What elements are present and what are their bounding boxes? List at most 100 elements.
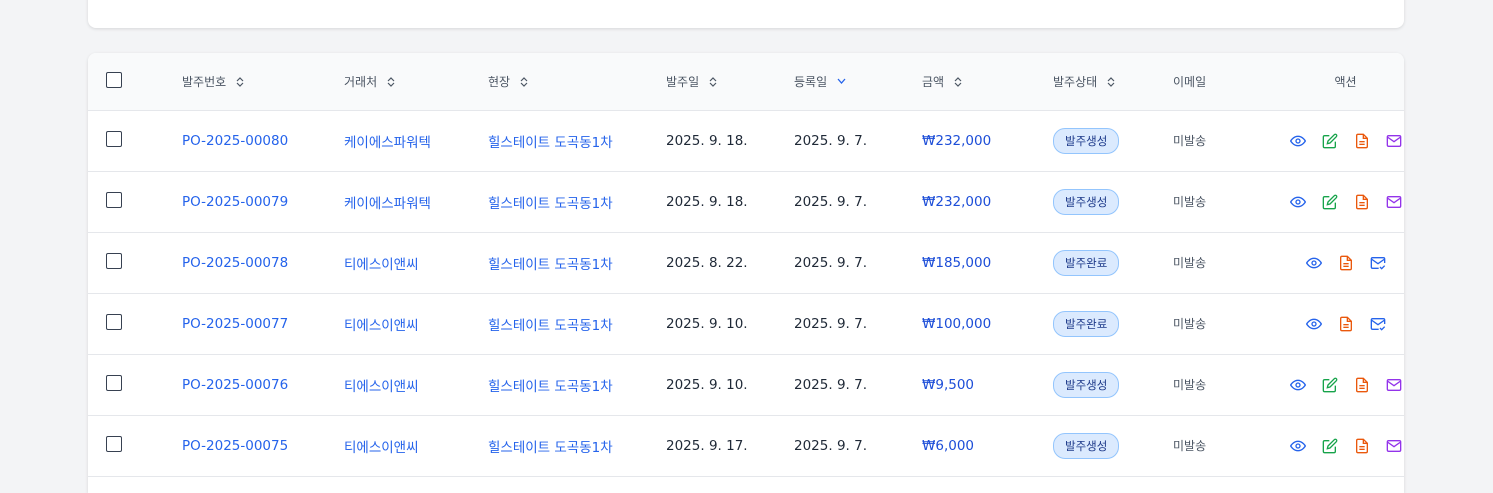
pdf-icon[interactable]	[1354, 133, 1370, 149]
po-number-link[interactable]: PO-2025-00078	[182, 255, 288, 271]
sort-icon[interactable]	[387, 77, 395, 88]
po-number-link[interactable]: PO-2025-00077	[182, 316, 288, 332]
actions-cell	[1269, 354, 1404, 415]
pdf-icon[interactable]	[1338, 316, 1354, 332]
header-vendor[interactable]: 거래처	[344, 53, 488, 110]
view-icon[interactable]	[1305, 255, 1322, 271]
po-number-link[interactable]: PO-2025-00079	[182, 194, 288, 210]
header-select-all-cell	[88, 53, 182, 110]
sort-icon[interactable]	[709, 77, 717, 88]
row-actions	[1269, 133, 1404, 149]
view-icon[interactable]	[1305, 316, 1322, 332]
site-link[interactable]: 힐스테이트 도곡동1차	[488, 318, 613, 334]
status-badge: 발주완료	[1053, 310, 1120, 337]
site-link[interactable]: 힐스테이트 도곡동1차	[488, 379, 613, 395]
mail-icon[interactable]	[1386, 438, 1402, 454]
order-date-cell: 2025. 9. 10.	[666, 315, 748, 332]
amount-value: ₩100,000	[922, 315, 992, 332]
header-amount[interactable]: 금액	[922, 53, 1053, 110]
status-cell: 발주완료	[1053, 293, 1173, 354]
reg-date-cell: 2025. 9. 7.	[794, 193, 867, 210]
status-cell: 발주완료	[1053, 232, 1173, 293]
status-badge: 발주생성	[1053, 127, 1120, 154]
edit-icon[interactable]	[1322, 133, 1338, 149]
reg-date-cell: 2025. 9. 7.	[794, 376, 867, 393]
status-cell: 발주생성	[1053, 415, 1173, 476]
row-select-cell	[88, 293, 182, 354]
pdf-icon[interactable]	[1354, 194, 1370, 210]
pdf-icon[interactable]	[1338, 255, 1354, 271]
row-checkbox[interactable]	[106, 130, 122, 147]
mail-check-icon[interactable]	[1370, 255, 1386, 271]
vendor-link[interactable]: 케이에스파워텍	[344, 135, 431, 151]
header-actions-label: 액션	[1334, 74, 1357, 89]
header-order-date[interactable]: 발주일	[666, 53, 794, 110]
edit-icon[interactable]	[1322, 438, 1338, 454]
view-icon[interactable]	[1289, 377, 1306, 393]
email-status: 미발송	[1173, 134, 1207, 148]
amount-cell: ₩100,000	[922, 293, 1053, 354]
sort-desc-icon[interactable]	[837, 78, 846, 87]
po-number-link[interactable]: PO-2025-00080	[182, 133, 288, 149]
site-link[interactable]: 힐스테이트 도곡동1차	[488, 196, 613, 212]
vendor-link[interactable]: 티에스이앤씨	[344, 379, 419, 395]
email-status: 미발송	[1173, 317, 1207, 331]
sort-icon[interactable]	[520, 77, 528, 88]
select-all-checkbox[interactable]	[106, 71, 122, 88]
sort-icon[interactable]	[954, 77, 962, 88]
amount-value: ₩9,500	[922, 376, 974, 393]
email-status: 미발송	[1173, 195, 1207, 209]
mail-icon[interactable]	[1386, 194, 1402, 210]
actions-cell	[1269, 415, 1404, 476]
po-number-link[interactable]: PO-2025-00076	[182, 377, 288, 393]
header-po-number-label: 발주번호	[182, 74, 227, 89]
site-cell: 힐스테이트 도곡동1차	[488, 354, 666, 415]
site-link[interactable]: 힐스테이트 도곡동1차	[488, 440, 613, 456]
site-link[interactable]: 힐스테이트 도곡동1차	[488, 135, 613, 151]
row-actions	[1269, 438, 1404, 454]
row-checkbox[interactable]	[106, 374, 122, 391]
pdf-icon[interactable]	[1354, 377, 1370, 393]
sort-icon[interactable]	[236, 77, 244, 88]
order-date-cell: 2025. 9. 18.	[666, 193, 748, 210]
row-select-cell	[88, 110, 182, 171]
header-status[interactable]: 발주상태	[1053, 53, 1173, 110]
view-icon[interactable]	[1289, 194, 1306, 210]
row-checkbox[interactable]	[106, 252, 122, 269]
row-actions	[1269, 255, 1404, 271]
vendor-link[interactable]: 티에스이앤씨	[344, 257, 419, 273]
sort-icon[interactable]	[1107, 77, 1115, 88]
mail-check-icon[interactable]	[1370, 316, 1386, 332]
vendor-link[interactable]: 티에스이앤씨	[344, 318, 419, 334]
row-checkbox[interactable]	[106, 313, 122, 330]
pdf-icon[interactable]	[1354, 438, 1370, 454]
site-cell: 힐스테이트 도곡동1차	[488, 232, 666, 293]
view-icon[interactable]	[1289, 438, 1306, 454]
po-number-cell: PO-2025-00077	[182, 293, 344, 354]
table-row: PO-2025-00076 티에스이앤씨 힐스테이트 도곡동1차 2025. 9…	[88, 354, 1404, 415]
edit-icon[interactable]	[1322, 194, 1338, 210]
purchase-order-table: 발주번호 거래처 현장 발주일 등록일 금액 발주상태 이메일 액션 PO-20…	[88, 53, 1404, 477]
po-number-link[interactable]: PO-2025-00075	[182, 438, 288, 454]
email-cell: 미발송	[1173, 293, 1269, 354]
table-row: PO-2025-00079 케이에스파워텍 힐스테이트 도곡동1차 2025. …	[88, 171, 1404, 232]
row-actions	[1269, 316, 1404, 332]
vendor-link[interactable]: 케이에스파워텍	[344, 196, 431, 212]
view-icon[interactable]	[1289, 133, 1306, 149]
po-number-cell: PO-2025-00080	[182, 110, 344, 171]
mail-icon[interactable]	[1386, 377, 1402, 393]
mail-icon[interactable]	[1386, 133, 1402, 149]
vendor-cell: 케이에스파워텍	[344, 110, 488, 171]
row-checkbox[interactable]	[106, 435, 122, 452]
vendor-cell: 티에스이앤씨	[344, 415, 488, 476]
edit-icon[interactable]	[1322, 377, 1338, 393]
row-checkbox[interactable]	[106, 191, 122, 208]
site-link[interactable]: 힐스테이트 도곡동1차	[488, 257, 613, 273]
po-number-cell: PO-2025-00078	[182, 232, 344, 293]
status-badge: 발주생성	[1053, 188, 1120, 215]
header-reg-date[interactable]: 등록일	[794, 53, 922, 110]
header-site[interactable]: 현장	[488, 53, 666, 110]
header-po-number[interactable]: 발주번호	[182, 53, 344, 110]
site-cell: 힐스테이트 도곡동1차	[488, 293, 666, 354]
vendor-link[interactable]: 티에스이앤씨	[344, 440, 419, 456]
